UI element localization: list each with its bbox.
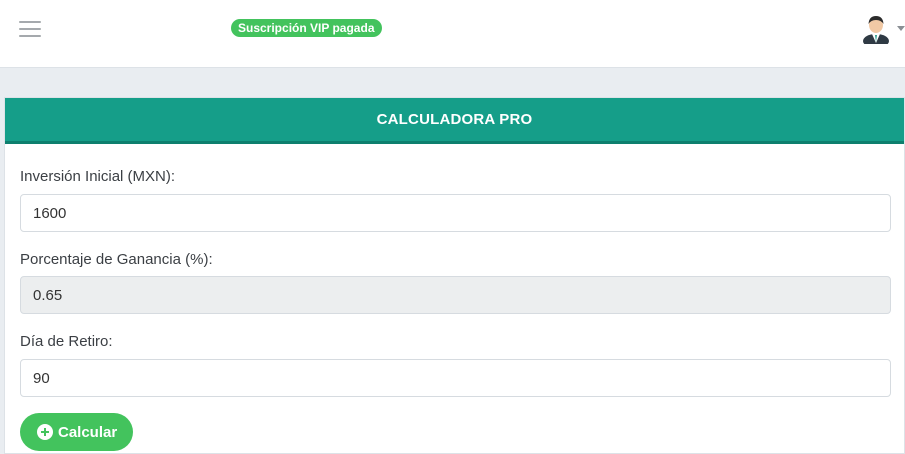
calculate-button[interactable]: Calcular bbox=[20, 413, 134, 451]
plus-circle-icon bbox=[37, 424, 53, 440]
caret-down-icon[interactable] bbox=[897, 26, 905, 31]
calculator-card: CALCULADORA PRO Inversión Inicial (MXN):… bbox=[4, 97, 905, 454]
calculate-button-label: Calcular bbox=[58, 423, 118, 441]
withdrawal-day-input[interactable] bbox=[20, 359, 891, 397]
hamburger-menu-icon[interactable] bbox=[19, 21, 41, 37]
profit-percentage-input bbox=[20, 276, 891, 314]
profit-percentage-label: Porcentaje de Ganancia (%): bbox=[20, 251, 213, 268]
initial-investment-input[interactable] bbox=[20, 194, 891, 232]
user-avatar-icon[interactable] bbox=[862, 12, 890, 48]
vip-status-badge: Suscripción VIP pagada bbox=[231, 19, 382, 37]
card-title: CALCULADORA PRO bbox=[5, 98, 904, 144]
top-navbar: Suscripción VIP pagada bbox=[0, 0, 905, 68]
initial-investment-label: Inversión Inicial (MXN): bbox=[20, 168, 176, 185]
withdrawal-day-label: Día de Retiro: bbox=[20, 333, 113, 350]
